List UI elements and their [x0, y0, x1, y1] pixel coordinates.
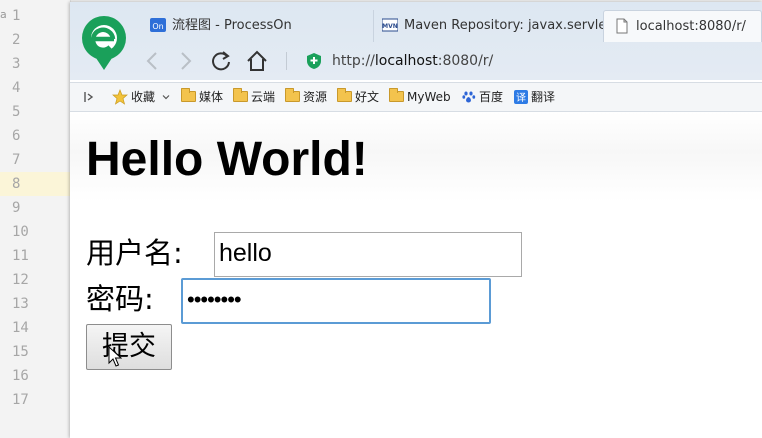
bookmark-baidu[interactable]: 百度 [462, 83, 503, 111]
tab-label: 流程图 - ProcessOn [172, 18, 292, 33]
url-scheme: http:// [332, 53, 375, 69]
line-number: 1 [12, 8, 21, 24]
bookmark-folder-myweb[interactable]: MyWeb [389, 83, 451, 111]
svg-text:译: 译 [516, 92, 526, 104]
line-number: 10 [12, 224, 29, 240]
chevron-down-icon [162, 94, 170, 99]
username-input[interactable]: hello [214, 232, 522, 277]
bookmark-folder-cloud[interactable]: 云端 [233, 83, 275, 111]
folder-icon [181, 88, 196, 102]
bookmark-favorites[interactable]: 收藏 [112, 83, 174, 111]
editor-gutter: a 1 2 3 4 5 6 7 8 9 10 11 12 13 14 15 16… [0, 0, 71, 438]
line-number: 6 [12, 128, 21, 144]
back-icon[interactable] [140, 48, 166, 74]
shield-icon[interactable] [306, 52, 322, 70]
line-number: 3 [12, 56, 21, 72]
tab-localhost-active[interactable]: localhost:8080/r/ [603, 10, 762, 42]
browser-window: On 流程图 - ProcessOn MVN Maven Repository:… [70, 2, 762, 438]
folder-icon [337, 88, 352, 102]
tab-maven-repository[interactable]: MVN Maven Repository: javax.servle [373, 10, 603, 42]
sidebar-toggle-icon [84, 91, 94, 102]
line-number: 7 [12, 152, 21, 168]
line-number: 17 [12, 392, 29, 408]
star-icon [112, 88, 128, 105]
bookmark-folder-media[interactable]: 媒体 [181, 83, 223, 111]
page-content: Hello World! 用户名: hello 密码: •••••••• 提交 [70, 112, 762, 438]
line-number: 2 [12, 32, 21, 48]
forward-icon[interactable] [172, 48, 198, 74]
svg-text:On: On [152, 22, 163, 31]
bookmark-label: 收藏 [131, 90, 156, 104]
line-number: 13 [12, 296, 29, 312]
nav-divider [286, 52, 287, 70]
address-bar[interactable]: http://localhost:8080/r/ [300, 48, 493, 74]
translate-icon: 译 [514, 89, 528, 104]
submit-button[interactable]: 提交 [86, 324, 172, 370]
url-host: localhost [374, 53, 438, 69]
browser-titlebar: On 流程图 - ProcessOn MVN Maven Repository:… [70, 2, 762, 80]
bookmark-label: 翻译 [531, 90, 556, 104]
bookmark-label: MyWeb [407, 90, 451, 104]
url-path: :8080/r/ [437, 53, 494, 69]
line-number: 14 [12, 320, 29, 336]
reload-icon[interactable] [208, 48, 234, 74]
browser-logo-icon[interactable] [80, 14, 128, 74]
bookmarks-toggle[interactable] [82, 83, 99, 111]
password-label: 密码: [86, 282, 154, 316]
bookmark-label: 百度 [479, 90, 504, 104]
bookmarks-bar: 收藏 媒体 云端 资源 好文 MyWeb 百度 译 翻译 [70, 82, 762, 112]
line-number-current: 8 [0, 172, 70, 196]
tab-processon[interactable]: On 流程图 - ProcessOn [148, 10, 373, 42]
folder-icon [285, 88, 300, 102]
svg-text:MVN: MVN [382, 23, 398, 30]
bookmark-label: 资源 [303, 90, 328, 104]
processon-icon: On [150, 18, 166, 32]
bookmark-folder-articles[interactable]: 好文 [337, 83, 379, 111]
tab-label: localhost:8080/r/ [636, 19, 746, 34]
bookmark-label: 好文 [355, 90, 380, 104]
page-icon [616, 18, 628, 34]
folder-icon [233, 88, 248, 102]
maven-icon: MVN [382, 18, 398, 32]
username-label: 用户名: [86, 236, 183, 270]
line-number: 4 [12, 80, 21, 96]
home-icon[interactable] [244, 48, 270, 74]
tab-label: Maven Repository: javax.servle [404, 18, 603, 33]
line-number: 16 [12, 368, 29, 384]
bookmark-translate[interactable]: 译 翻译 [514, 83, 555, 111]
folder-icon [389, 88, 404, 102]
line-number: 5 [12, 104, 21, 120]
bookmark-label: 云端 [251, 90, 276, 104]
navigation-bar: http://localhost:8080/r/ [140, 46, 760, 76]
paw-icon [462, 91, 476, 102]
line-number: 11 [12, 248, 29, 264]
line-number: 9 [12, 200, 21, 216]
password-input[interactable]: •••••••• [181, 278, 491, 324]
page-heading: Hello World! [86, 133, 368, 186]
bookmark-label: 媒体 [199, 90, 224, 104]
bookmark-folder-resources[interactable]: 资源 [285, 83, 327, 111]
line-number: 12 [12, 272, 29, 288]
line-number: 15 [12, 344, 29, 360]
mouse-cursor-icon [108, 346, 122, 367]
